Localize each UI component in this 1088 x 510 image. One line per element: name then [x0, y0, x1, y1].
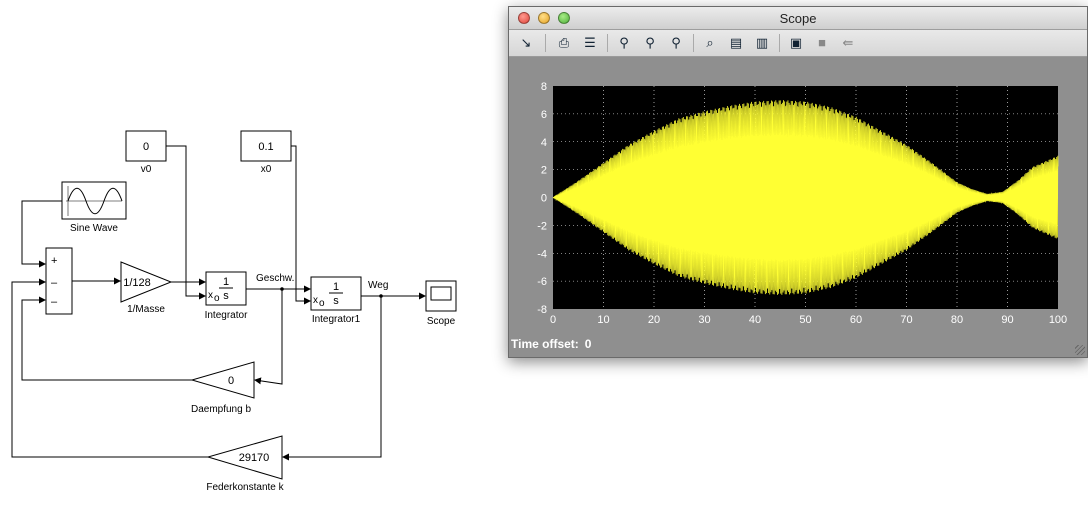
time-offset-label: Time offset:: [511, 337, 579, 351]
integrator1-block[interactable]: 1 s x o Integrator1: [310, 276, 362, 325]
y-tick-label: 6: [541, 109, 547, 121]
gain-damping-block[interactable]: 0 Daempfung b: [190, 361, 255, 415]
integrator-label: Integrator: [205, 310, 248, 321]
x-tick-label: 60: [850, 314, 862, 326]
time-offset-readout: Time offset: 0: [511, 337, 591, 351]
x-tick-label: 100: [1049, 314, 1067, 326]
resize-grip[interactable]: [1075, 345, 1085, 355]
gain-damping-label: Daempfung b: [191, 404, 251, 415]
x-tick-label: 20: [648, 314, 660, 326]
signal-label-position: Weg: [368, 280, 388, 291]
zoom-x-icon[interactable]: ⚲: [641, 34, 659, 52]
x-tick-label: 0: [550, 314, 556, 326]
x-tick-label: 40: [749, 314, 761, 326]
integrator-block[interactable]: 1 s x o Integrator: [205, 271, 248, 321]
restore-axes-icon[interactable]: ▥: [753, 34, 771, 52]
y-tick-label: -8: [537, 304, 547, 316]
sine-wave-block[interactable]: Sine Wave: [61, 181, 127, 234]
scope-window[interactable]: Scope ↘ ⎙ ☰ ⚲ ⚲ ⚲ ⌕ ▤ ▥ ▣ ■ ⇚ -8 -6 -4 -2 0 2…: [508, 6, 1088, 358]
sum-sign-2: –: [51, 277, 58, 289]
title-bar[interactable]: Scope: [509, 7, 1087, 30]
sum-sign-3: –: [51, 296, 58, 308]
toolbar-separator: [693, 34, 694, 52]
scope-plot[interactable]: -8 -6 -4 -2 0 2 4 6 8 0 10 20 30 40 50 60 70 80 90 100: [509, 57, 1087, 331]
constant-v0-value: 0: [143, 141, 149, 153]
y-tick-label: -2: [537, 220, 547, 232]
y-tick-label: 8: [541, 81, 547, 93]
zoom-icon[interactable]: ⚲: [615, 34, 633, 52]
signal-select-icon[interactable]: ⇚: [839, 34, 857, 52]
sum-sign-1: +: [51, 255, 57, 267]
gain-spring-value: 29170: [239, 452, 270, 464]
simulink-block-diagram: 0 v0 0.1 x0 Sine Wave + – – 1/128 1/Mass…: [11, 130, 457, 493]
gain-mass-label: 1/Masse: [127, 304, 165, 315]
y-tick-label: -4: [537, 248, 547, 260]
integrator-x0-sub: o: [214, 293, 220, 304]
sine-wave-label: Sine Wave: [70, 223, 118, 234]
integrator1-label: Integrator1: [312, 314, 361, 325]
x-tick-label: 80: [951, 314, 963, 326]
print-icon[interactable]: ⎙: [555, 34, 573, 52]
constant-x0-label: x0: [261, 164, 272, 175]
scope-label: Scope: [427, 316, 456, 327]
integrator1-numerator: 1: [333, 281, 339, 293]
pointer-icon[interactable]: ↘: [517, 34, 535, 52]
parameters-icon[interactable]: ☰: [581, 34, 599, 52]
constant-v0-block[interactable]: 0 v0: [125, 130, 167, 175]
integrator1-x0-sub: o: [319, 298, 325, 309]
floating-icon[interactable]: ▣: [787, 34, 805, 52]
y-tick-label: 0: [541, 193, 547, 205]
x-tick-label: 90: [1001, 314, 1013, 326]
autoscale-icon[interactable]: ⌕: [701, 34, 719, 52]
gain-spring-block[interactable]: 29170 Federkonstante k: [206, 435, 285, 493]
zoom-y-icon[interactable]: ⚲: [667, 34, 685, 52]
integrator-numerator: 1: [223, 276, 229, 288]
integrator1-x0-port: x: [313, 295, 318, 306]
constant-x0-value: 0.1: [258, 141, 273, 153]
constant-x0-block[interactable]: 0.1 x0: [240, 130, 292, 175]
integrator-x0-port: x: [208, 290, 213, 301]
toolbar-separator: [607, 34, 608, 52]
y-tick-label: 2: [541, 165, 547, 177]
signal-label-velocity: Geschw.: [256, 273, 294, 284]
x-tick-label: 50: [799, 314, 811, 326]
save-axes-icon[interactable]: ▤: [727, 34, 745, 52]
x-tick-label: 70: [900, 314, 912, 326]
x-tick-label: 10: [597, 314, 609, 326]
time-offset-value: 0: [584, 337, 592, 351]
toolbar-separator: [545, 34, 546, 52]
constant-v0-label: v0: [141, 164, 152, 175]
gain-spring-label: Federkonstante k: [206, 482, 284, 493]
lock-icon[interactable]: ■: [813, 34, 831, 52]
window-title: Scope: [779, 11, 817, 26]
gain-mass-value: 1/128: [123, 277, 151, 289]
toolbar-separator: [779, 34, 780, 52]
gain-mass-block[interactable]: 1/128 1/Masse: [120, 261, 173, 315]
y-tick-label: 4: [541, 137, 547, 149]
scope-toolbar: ↘ ⎙ ☰ ⚲ ⚲ ⚲ ⌕ ▤ ▥ ▣ ■ ⇚: [509, 30, 1087, 57]
x-tick-label: 30: [698, 314, 710, 326]
integrator1-denominator: s: [333, 295, 339, 307]
scope-block[interactable]: Scope: [425, 280, 457, 327]
integrator-denominator: s: [223, 290, 229, 302]
sum-block[interactable]: + – –: [45, 247, 73, 315]
y-tick-label: -6: [537, 276, 547, 288]
gain-damping-value: 0: [228, 375, 234, 387]
